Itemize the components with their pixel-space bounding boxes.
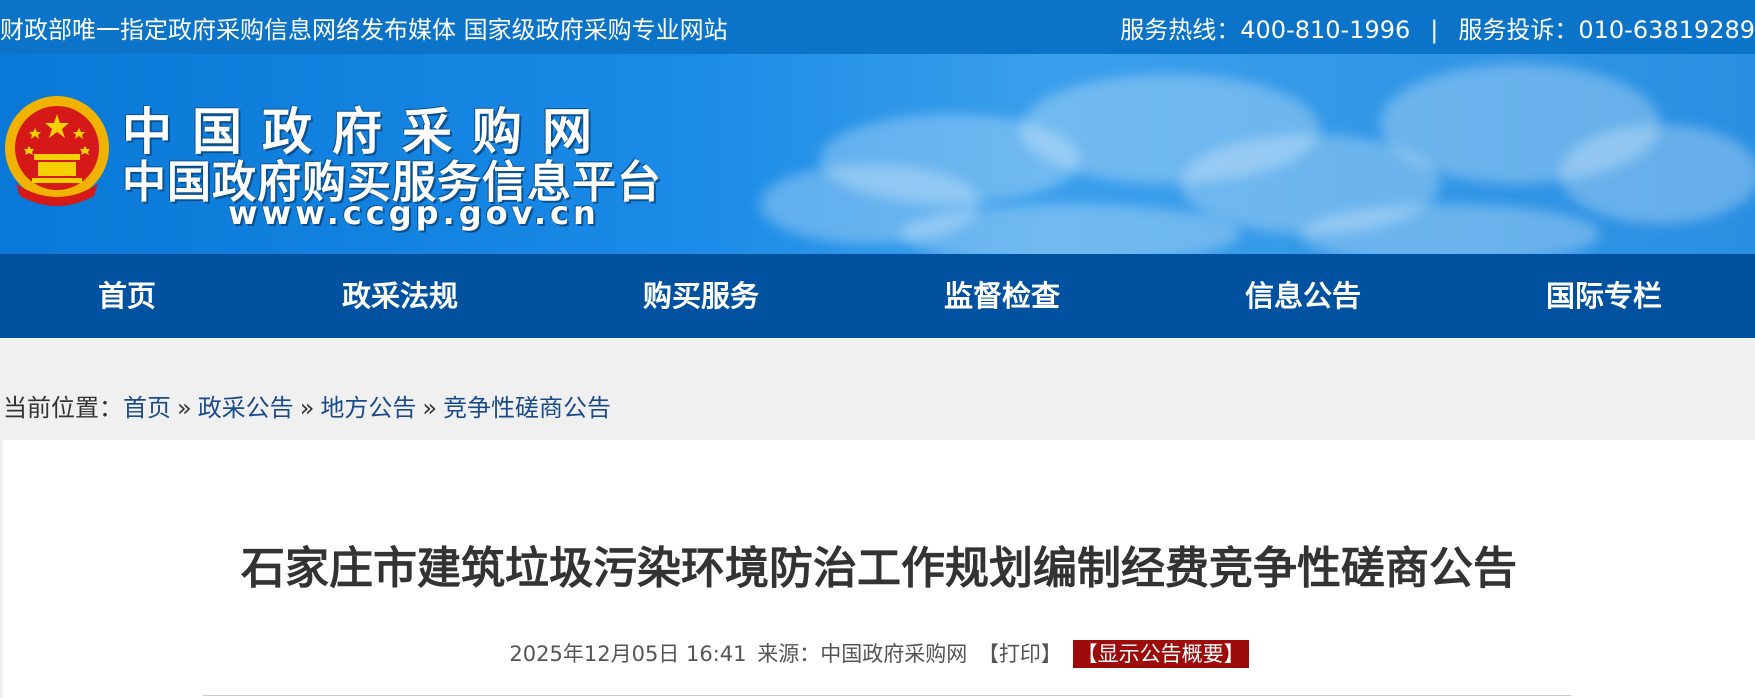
show-summary-button[interactable]: 【显示公告概要】 [1072, 640, 1249, 668]
nav-item-international[interactable]: 国际专栏 [1546, 254, 1662, 338]
breadcrumb-local-notices[interactable]: 地方公告 [320, 394, 416, 422]
nav-item-regulations[interactable]: 政采法规 [342, 254, 458, 338]
print-button[interactable]: 【打印】 [978, 642, 1062, 666]
contact-info: 服务热线：400-810-1996 | 服务投诉：010-63819289 [1120, 10, 1755, 45]
breadcrumb-prefix: 当前位置： [3, 394, 123, 422]
logo-url: www.ccgp.gov.cn [228, 194, 600, 232]
article-datetime: 2025年12月05日 16:41 [509, 642, 747, 666]
article-meta: 2025年12月05日 16:41 来源：中国政府采购网 【打印】 【显示公告概… [3, 638, 1755, 668]
main-nav: 首页 政采法规 购买服务 监督检查 信息公告 国际专栏 [0, 254, 1755, 338]
service-complaint: 服务投诉：010-63819289 [1458, 16, 1755, 44]
article-source: 来源：中国政府采购网 [757, 642, 968, 666]
breadcrumb-home[interactable]: 首页 [123, 394, 171, 422]
site-slogan: 财政部唯一指定政府采购信息网络发布媒体 国家级政府采购专业网站 [0, 16, 728, 44]
nav-item-purchase-services[interactable]: 购买服务 [643, 254, 759, 338]
breadcrumb-separator: » [299, 394, 315, 422]
article-title: 石家庄市建筑垃圾污染环境防治工作规划编制经费竞争性磋商公告 [241, 543, 1517, 594]
breadcrumb-separator: » [422, 394, 438, 422]
national-emblem-icon [5, 96, 109, 206]
top-bar: 财政部唯一指定政府采购信息网络发布媒体 国家级政府采购专业网站 服务热线：400… [0, 0, 1755, 54]
breadcrumb-competitive-consultation[interactable]: 竞争性磋商公告 [443, 394, 611, 422]
header-banner: 中国政府采购网 中国政府购买服务信息平台 www.ccgp.gov.cn [0, 54, 1755, 254]
service-hotline: 服务热线：400-810-1996 [1120, 16, 1411, 44]
nav-item-announcements[interactable]: 信息公告 [1245, 254, 1361, 338]
contact-separator: | [1430, 16, 1439, 44]
cloud-decoration [900, 204, 1240, 254]
cloud-decoration [1560, 124, 1755, 224]
cloud-decoration [1300, 204, 1600, 254]
nav-item-home[interactable]: 首页 [98, 254, 156, 338]
breadcrumb-separator: » [177, 394, 192, 422]
breadcrumb-procurement-notices[interactable]: 政采公告 [198, 394, 294, 422]
divider [203, 695, 1571, 696]
article-panel: 石家庄市建筑垃圾污染环境防治工作规划编制经费竞争性磋商公告 2025年12月05… [3, 440, 1755, 698]
breadcrumb: 当前位置：首页» 政采公告» 地方公告» 竞争性磋商公告 [3, 388, 611, 423]
nav-item-supervision[interactable]: 监督检查 [944, 254, 1060, 338]
